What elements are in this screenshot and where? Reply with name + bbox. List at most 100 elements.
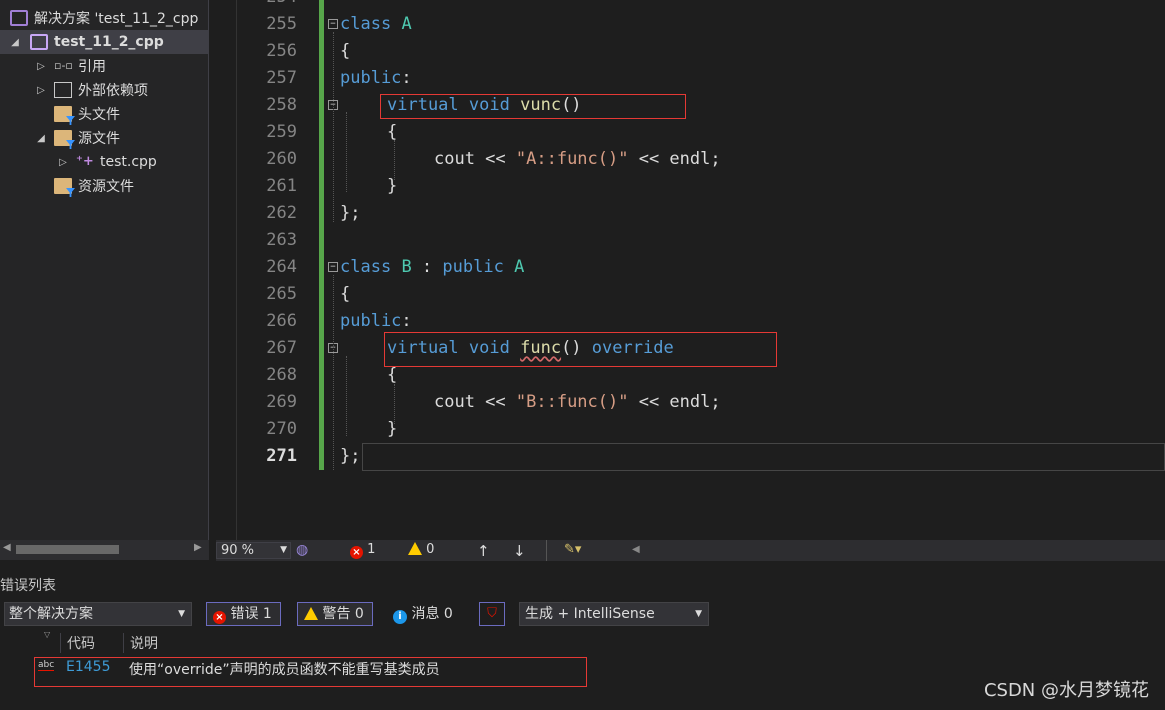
collapse-icon[interactable]: − bbox=[328, 19, 338, 29]
sort-icon[interactable]: ▽ bbox=[44, 630, 50, 639]
punctuation: : bbox=[411, 257, 443, 277]
line-number: 260 bbox=[266, 149, 297, 169]
code-line[interactable]: }; bbox=[340, 200, 360, 227]
code-text: << endl; bbox=[628, 149, 721, 169]
code-text: cout << bbox=[434, 149, 516, 169]
scope-value: 整个解决方案 bbox=[9, 606, 93, 622]
warnings-filter-label: 警告 0 bbox=[322, 606, 364, 622]
error-list-header: ▽ 代码 说明 bbox=[0, 630, 1165, 654]
line-number: 259 bbox=[266, 122, 297, 142]
messages-filter-button[interactable]: i 消息 0 bbox=[386, 602, 462, 626]
folder-icon bbox=[54, 106, 72, 122]
warning-count: 0 bbox=[426, 542, 435, 557]
tree-item-label: test_11_2_cpp bbox=[54, 34, 164, 50]
code-text: << endl; bbox=[628, 392, 721, 412]
warning-count-indicator[interactable]: 0 bbox=[408, 542, 434, 557]
tree-item-solution[interactable]: 解决方案 'test_11_2_cpp bbox=[0, 6, 208, 30]
collapse-icon[interactable]: − bbox=[328, 262, 338, 272]
block-guide bbox=[333, 275, 334, 470]
tree-item-resource-files[interactable]: 资源文件 bbox=[0, 174, 208, 198]
code-line[interactable]: }; bbox=[340, 443, 360, 470]
line-number: 268 bbox=[266, 365, 297, 385]
punctuation: : bbox=[401, 68, 412, 88]
funnel-filter-icon[interactable]: ⛉ bbox=[479, 602, 505, 626]
expand-arrow[interactable]: ◢ bbox=[28, 133, 54, 144]
code-line[interactable]: { bbox=[340, 38, 350, 65]
tree-item-label: 解决方案 'test_11_2_cpp bbox=[34, 11, 199, 27]
code-health-icon[interactable]: ◍ bbox=[296, 542, 308, 558]
tree-item-references[interactable]: ▷ ▫-▫ 引用 bbox=[0, 54, 208, 78]
tree-item-label: test.cpp bbox=[100, 154, 157, 170]
warnings-filter-button[interactable]: 警告 0 bbox=[297, 602, 373, 626]
messages-filter-label: 消息 0 bbox=[411, 606, 453, 622]
line-number: 264 bbox=[266, 257, 297, 277]
arrow-down-icon[interactable]: ↓ bbox=[513, 542, 526, 560]
warning-icon bbox=[408, 542, 422, 555]
zoom-dropdown[interactable]: 90 % ▼ bbox=[216, 542, 291, 559]
code-line[interactable]: { bbox=[340, 281, 350, 308]
divider bbox=[546, 540, 547, 561]
chevron-down-icon: ▼ bbox=[178, 609, 185, 619]
string-literal: "A::func()" bbox=[515, 149, 629, 169]
tree-item-project[interactable]: ◢ test_11_2_cpp bbox=[0, 30, 208, 54]
solution-icon bbox=[10, 10, 28, 26]
warning-icon bbox=[304, 607, 318, 620]
line-number: 263 bbox=[266, 230, 297, 250]
brush-cleanup-icon[interactable]: ✎▾ bbox=[564, 542, 581, 557]
line-number: 254 bbox=[239, 0, 297, 11]
zoom-value: 90 % bbox=[221, 543, 255, 558]
code-line[interactable]: } bbox=[387, 173, 397, 200]
code-line[interactable]: public: bbox=[340, 65, 412, 92]
arrow-up-icon[interactable]: ↑ bbox=[477, 542, 490, 560]
keyword: public bbox=[442, 257, 504, 277]
project-icon bbox=[30, 34, 48, 50]
code-line[interactable]: } bbox=[387, 416, 397, 443]
line-number: 256 bbox=[266, 41, 297, 61]
scrollbar-thumb[interactable] bbox=[16, 545, 119, 554]
error-icon: × bbox=[350, 546, 363, 559]
code-editor[interactable]: 254 255 256 257 258 259 260 261 262 263 … bbox=[209, 0, 1165, 540]
expand-arrow[interactable]: ▷ bbox=[28, 61, 54, 72]
tree-item-header-files[interactable]: 头文件 bbox=[0, 102, 208, 126]
line-number: 265 bbox=[266, 284, 297, 304]
source-dropdown[interactable]: 生成 + IntelliSense ▼ bbox=[519, 602, 709, 626]
keyword: class bbox=[340, 257, 392, 277]
expand-arrow[interactable]: ▷ bbox=[50, 157, 76, 168]
scroll-left-icon[interactable]: ◀ bbox=[3, 542, 11, 553]
errors-filter-label: 错误 1 bbox=[230, 606, 272, 622]
line-number: 267 bbox=[266, 338, 297, 358]
folder-icon bbox=[54, 178, 72, 194]
indent-guide bbox=[346, 356, 347, 436]
tree-item-source-files[interactable]: ◢ 源文件 bbox=[0, 126, 208, 150]
solution-explorer-scrollbar[interactable]: ◀ ▶ bbox=[0, 540, 209, 560]
current-line-number: 271 bbox=[266, 446, 297, 466]
source-value: 生成 + IntelliSense bbox=[525, 606, 655, 622]
errors-filter-button[interactable]: × 错误 1 bbox=[206, 602, 281, 626]
code-line[interactable]: cout << "B::func()" << endl; bbox=[434, 389, 721, 416]
scroll-right-icon[interactable]: ▶ bbox=[194, 542, 202, 553]
column-header-description[interactable]: 说明 bbox=[123, 633, 158, 653]
error-icon: × bbox=[213, 611, 226, 624]
code-text: cout << bbox=[434, 392, 516, 412]
column-header-code[interactable]: 代码 bbox=[60, 633, 95, 653]
code-line[interactable]: { bbox=[387, 119, 397, 146]
scope-dropdown[interactable]: 整个解决方案 ▼ bbox=[4, 602, 192, 626]
error-count-indicator[interactable]: × 1 bbox=[350, 542, 375, 559]
code-line[interactable]: cout << "A::func()" << endl; bbox=[434, 146, 721, 173]
line-number: 266 bbox=[266, 311, 297, 331]
line-number: 261 bbox=[266, 176, 297, 196]
code-line[interactable]: public: bbox=[340, 308, 412, 335]
expand-arrow[interactable]: ▷ bbox=[28, 85, 54, 96]
tree-item-external-deps[interactable]: ▷ 外部依赖项 bbox=[0, 78, 208, 102]
tree-item-test-cpp[interactable]: ▷ ⁺+ test.cpp bbox=[0, 150, 208, 174]
expand-arrow[interactable]: ◢ bbox=[0, 37, 30, 48]
code-line[interactable]: class B : public A bbox=[340, 254, 524, 281]
code-line[interactable]: class A bbox=[340, 11, 412, 38]
current-line-highlight bbox=[362, 443, 1165, 471]
change-tracking-bar bbox=[319, 0, 324, 470]
error-list-panel: 错误列表 整个解决方案 ▼ × 错误 1 警告 0 i 消息 0 ⛉ 生成 + I… bbox=[0, 561, 1165, 710]
tree-item-label: 引用 bbox=[78, 59, 106, 75]
folder-icon bbox=[54, 130, 72, 146]
tree-item-label: 头文件 bbox=[78, 107, 120, 123]
scroll-left-icon[interactable]: ◀ bbox=[632, 544, 640, 555]
